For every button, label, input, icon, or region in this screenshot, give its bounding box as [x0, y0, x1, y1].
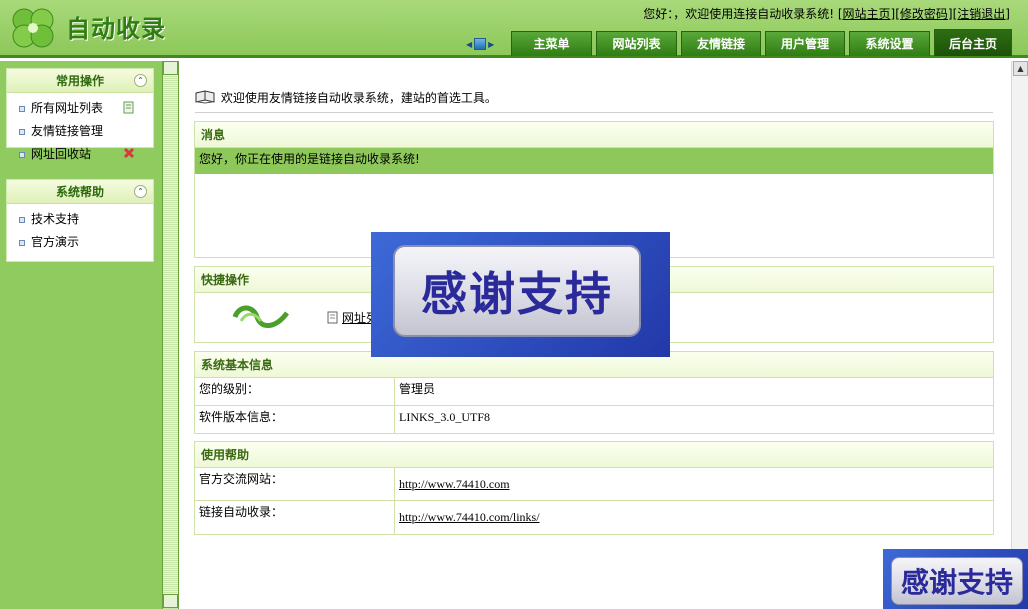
delete-icon: [123, 147, 135, 159]
tab-user-management[interactable]: 用户管理: [765, 31, 845, 56]
collapse-icon[interactable]: ⌃: [134, 185, 147, 198]
thanks-corner-text: 感谢支持: [891, 557, 1023, 605]
bullet-icon: [19, 105, 25, 112]
logout-link[interactable]: [注销退出]: [953, 7, 1010, 21]
help-label: 链接自动收录：: [195, 501, 395, 534]
home-link[interactable]: [网站主页]: [838, 7, 895, 21]
info-value: LINKS_3.0_UTF8: [399, 410, 491, 424]
sidebar-item-label: 友情链接管理: [31, 124, 104, 138]
help-box: 使用帮助 官方交流网站： http://www.74410.com 链接自动收录…: [194, 441, 994, 535]
message-text: 您好，你正在使用的是链接自动收录系统!: [195, 148, 993, 174]
bullet-icon: [19, 239, 25, 246]
collapse-icon[interactable]: ⌃: [134, 74, 147, 87]
tab-main-menu[interactable]: 主菜单: [511, 31, 592, 56]
tab-scroller: ◀ ▶: [466, 37, 500, 51]
official-site-link[interactable]: http://www.74410.com: [399, 477, 510, 491]
top-header: 自动收录 您好：，欢迎使用连接自动收录系统! [网站主页][修改密码][注销退出…: [0, 0, 1028, 58]
table-row: 官方交流网站： http://www.74410.com: [195, 468, 993, 501]
tab-admin-home[interactable]: 后台主页: [934, 29, 1012, 56]
panel-common-ops: 常用操作 ⌃ 所有网址列表 友情链接管理 网址回收站: [6, 68, 154, 161]
panel-system-help: 系统帮助 ⌃ 技术支持 官方演示: [6, 179, 154, 262]
page-icon: [327, 311, 338, 324]
scroll-up-icon[interactable]: ▲: [1013, 61, 1028, 76]
vertical-scrollbar[interactable]: ▲: [1011, 61, 1028, 609]
splitter-top-button[interactable]: [163, 61, 178, 75]
tab-friend-links[interactable]: 友情链接: [681, 31, 761, 56]
scroll-left-icon[interactable]: ◀: [466, 40, 472, 49]
splitter-bottom-button[interactable]: [163, 594, 178, 608]
scroll-right-icon[interactable]: ▶: [488, 40, 494, 49]
page-edit-icon: [123, 101, 134, 114]
tab-site-list[interactable]: 网站列表: [596, 31, 677, 56]
swirl-logo-icon: [232, 305, 289, 328]
logo-text: 自动收录: [66, 15, 166, 43]
sidebar-item-tech-support[interactable]: 技术支持: [7, 208, 153, 231]
bullet-icon: [19, 128, 25, 135]
tab-scroller-icon[interactable]: [474, 38, 487, 50]
links-page-link[interactable]: http://www.74410.com/links/: [399, 510, 540, 524]
welcome-bar: 您好：，欢迎使用连接自动收录系统! [网站主页][修改密码][注销退出]: [643, 5, 1010, 22]
thanks-corner-banner[interactable]: 感谢支持: [883, 549, 1028, 609]
table-row: 软件版本信息： LINKS_3.0_UTF8: [195, 406, 993, 434]
sidebar-item-label: 网址回收站: [31, 147, 92, 161]
welcome-text: 您好：，欢迎使用连接自动收录系统!: [643, 7, 835, 21]
thanks-overlay-banner[interactable]: 感谢支持: [371, 232, 670, 357]
bullet-icon: [19, 216, 25, 223]
sidebar-item-official-demo[interactable]: 官方演示: [7, 231, 153, 254]
sidebar-item-label: 所有网址列表: [31, 101, 104, 115]
help-title: 使用帮助: [195, 442, 993, 468]
table-row: 链接自动收录： http://www.74410.com/links/: [195, 501, 993, 534]
panel-title: 系统帮助 ⌃: [7, 180, 153, 204]
book-icon: [195, 90, 215, 104]
tab-system-settings[interactable]: 系统设置: [849, 31, 930, 56]
panel-title: 常用操作 ⌃: [7, 69, 153, 93]
help-value: http://www.74410.com/links/: [395, 501, 993, 534]
help-label: 官方交流网站：: [195, 468, 395, 500]
change-password-link[interactable]: [修改密码]: [895, 7, 952, 21]
frame-splitter[interactable]: [162, 61, 179, 609]
sidebar-item-all-urls[interactable]: 所有网址列表: [7, 97, 153, 120]
sidebar-item-friend-links[interactable]: 友情链接管理: [7, 120, 153, 143]
left-sidebar: 常用操作 ⌃ 所有网址列表 友情链接管理 网址回收站 系统帮助 ⌃ 技术支持 官…: [0, 61, 162, 609]
clover-logo-icon: [12, 8, 54, 48]
info-label: 您的级别：: [195, 378, 395, 405]
thanks-banner-text: 感谢支持: [393, 245, 641, 337]
info-label: 软件版本信息：: [195, 406, 395, 434]
welcome-message: 欢迎使用友情链接自动收录系统，建站的首选工具。: [220, 91, 497, 105]
sidebar-item-label: 官方演示: [31, 235, 80, 249]
sidebar-item-label: 技术支持: [31, 212, 80, 226]
help-value: http://www.74410.com: [395, 468, 993, 500]
bullet-icon: [19, 151, 25, 158]
system-info-box: 系统基本信息 您的级别： 管理员 软件版本信息： LINKS_3.0_UTF8: [194, 351, 994, 434]
table-row: 您的级别： 管理员: [195, 378, 993, 406]
panel-title-text: 系统帮助: [55, 185, 104, 199]
message-box-title: 消息: [195, 122, 993, 148]
sidebar-item-recycle-bin[interactable]: 网址回收站: [7, 143, 153, 166]
panel-title-text: 常用操作: [55, 74, 104, 88]
info-value: 管理员: [399, 382, 436, 396]
welcome-line: 欢迎使用友情链接自动收录系统，建站的首选工具。: [195, 89, 993, 113]
